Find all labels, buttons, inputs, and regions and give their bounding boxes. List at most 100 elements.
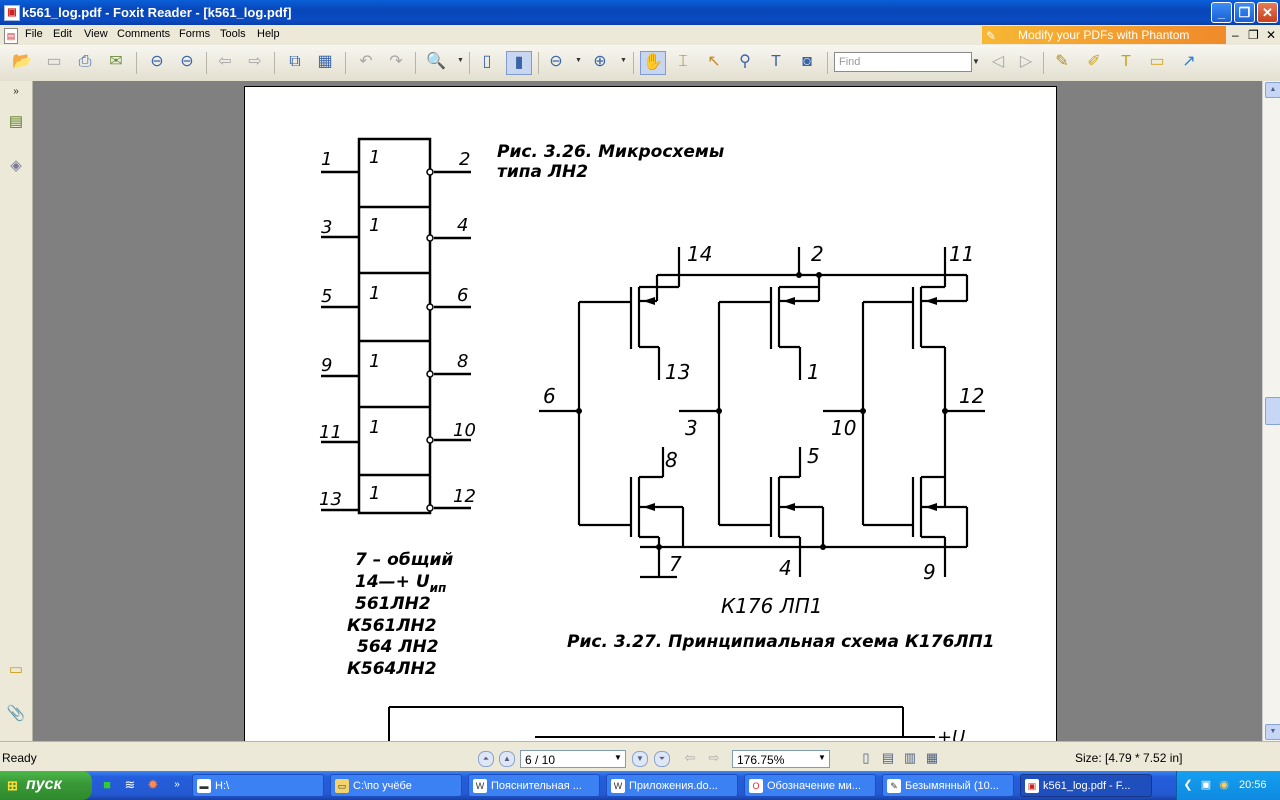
zoom-input[interactable]: 176.75% bbox=[732, 750, 830, 768]
select-icon[interactable]: ↖ bbox=[702, 51, 726, 73]
doc-close-icon[interactable]: ✕ bbox=[1266, 28, 1276, 42]
zoom-in-icon[interactable]: ⊕ bbox=[588, 51, 612, 73]
zoom-in-dropdown-icon[interactable]: ▼ bbox=[620, 57, 627, 64]
menu-help[interactable]: Help bbox=[257, 28, 280, 40]
task-button[interactable]: ▣ k561_log.pdf - F... bbox=[1020, 774, 1152, 797]
prev-page-icon[interactable]: ⊖ bbox=[145, 51, 169, 73]
undo-icon[interactable]: ↶ bbox=[354, 51, 378, 73]
attachment-icon[interactable]: 📎 bbox=[5, 703, 27, 725]
menu-file[interactable]: File bbox=[25, 28, 43, 40]
zoom-dropdown-icon[interactable]: ▼ bbox=[818, 753, 826, 762]
toolbar: 📂 ▭ ⎙ ✉ ⊖ ⊖ ⇦ ⇨ ⧉ ▦ ↶ ↷ 🔍 ▼ ▯ ▮ ⊖ ▼ ⊕ ▼ … bbox=[0, 45, 1280, 82]
save-icon[interactable]: ▭ bbox=[42, 51, 66, 73]
hand-icon[interactable]: ✋ bbox=[640, 51, 666, 75]
back-icon[interactable]: ⇦ bbox=[213, 51, 237, 73]
phantom-promo-button[interactable]: ✎ Modify your PDFs with Phantom bbox=[982, 26, 1226, 44]
page-number-input[interactable]: 6 / 10 bbox=[520, 750, 626, 768]
pin-label: 3 bbox=[321, 217, 332, 238]
note-icon[interactable]: ✎ bbox=[1050, 51, 1074, 73]
pin-label: 12 bbox=[959, 384, 984, 408]
minimize-icon[interactable]: _ bbox=[1211, 2, 1232, 23]
start-button[interactable]: ⊞ пуск bbox=[0, 771, 92, 800]
scroll-up-icon[interactable]: ▲ bbox=[1265, 82, 1280, 98]
task-label: Пояснительная ... bbox=[491, 780, 582, 792]
menu-forms[interactable]: Forms bbox=[179, 28, 210, 40]
task-button[interactable]: W Приложения.do... bbox=[606, 774, 738, 797]
next-page-icon[interactable]: ⊖ bbox=[175, 51, 199, 73]
next-page-icon[interactable]: ▼ bbox=[632, 751, 648, 767]
comment-icon[interactable]: ▭ bbox=[1145, 51, 1169, 73]
layers-icon[interactable]: ◈ bbox=[5, 155, 27, 177]
doc-restore-icon[interactable]: ❐ bbox=[1248, 28, 1259, 42]
open-icon[interactable]: 📂 bbox=[10, 51, 34, 73]
quicklaunch-icon[interactable]: ■ bbox=[98, 776, 116, 794]
last-page-icon[interactable]: ⏷ bbox=[654, 751, 670, 767]
menu-edit[interactable]: Edit bbox=[53, 28, 72, 40]
text-icon[interactable]: T bbox=[1114, 51, 1138, 73]
facing-icon[interactable]: ▥ bbox=[902, 749, 918, 767]
continuous-facing-icon[interactable]: ▦ bbox=[924, 749, 940, 767]
extract-icon[interactable]: ⧉ bbox=[283, 51, 307, 73]
fit-width-icon[interactable]: ▮ bbox=[506, 51, 532, 75]
forward-icon[interactable]: ⇨ bbox=[243, 51, 267, 73]
vertical-scrollbar[interactable]: ▲ ▼ bbox=[1262, 81, 1280, 741]
pin-label: 5 bbox=[321, 286, 332, 307]
forward-icon[interactable]: ⇨ bbox=[706, 749, 722, 767]
email-icon[interactable]: ✉ bbox=[104, 51, 128, 73]
expand-icon[interactable]: » bbox=[5, 81, 27, 97]
network-icon[interactable]: ▣ bbox=[1199, 778, 1213, 792]
arrow-icon[interactable]: ↗ bbox=[1177, 51, 1201, 73]
pin-label: 10 bbox=[453, 420, 476, 441]
pages-icon[interactable]: ▤ bbox=[5, 111, 27, 133]
fit-page-icon[interactable]: ▯ bbox=[475, 51, 499, 73]
document-icon[interactable]: ▤ bbox=[4, 28, 18, 44]
menu-tools[interactable]: Tools bbox=[220, 28, 246, 40]
task-button[interactable]: ▭ C:\по учёбе bbox=[330, 774, 462, 797]
page-icon[interactable]: ▦ bbox=[313, 51, 337, 73]
prev-page-icon[interactable]: ▲ bbox=[499, 751, 515, 767]
scroll-thumb[interactable] bbox=[1265, 397, 1280, 425]
zoom-dropdown-icon[interactable]: ▼ bbox=[457, 57, 464, 64]
close-icon[interactable]: ✕ bbox=[1257, 2, 1278, 23]
pin-label: 8 bbox=[665, 448, 678, 472]
typewriter-icon[interactable]: T bbox=[764, 51, 788, 73]
quicklaunch-icon[interactable]: ✹ bbox=[144, 776, 162, 794]
tray-expand-icon[interactable]: ❮ bbox=[1181, 778, 1195, 792]
snapshot-icon[interactable]: ◙ bbox=[795, 51, 819, 73]
zoom-icon[interactable]: 🔍 bbox=[424, 51, 448, 73]
find-dropdown-icon[interactable]: ▼ bbox=[972, 52, 982, 72]
comments-panel-icon[interactable]: ▭ bbox=[5, 659, 27, 681]
gate-label: 1 bbox=[369, 215, 380, 236]
find-next-icon[interactable]: ▷ bbox=[1014, 51, 1038, 73]
find-icon[interactable]: ⚲ bbox=[733, 51, 757, 73]
quicklaunch-icon[interactable]: ≋ bbox=[121, 776, 139, 794]
redo-icon[interactable]: ↷ bbox=[384, 51, 408, 73]
task-button[interactable]: ▬ H:\ bbox=[192, 774, 324, 797]
zoom-out-dropdown-icon[interactable]: ▼ bbox=[575, 57, 582, 64]
zoom-out-icon[interactable]: ⊖ bbox=[544, 51, 568, 73]
scroll-down-icon[interactable]: ▼ bbox=[1265, 724, 1280, 740]
back-icon[interactable]: ⇦ bbox=[682, 749, 698, 767]
print-icon[interactable]: ⎙ bbox=[73, 51, 97, 73]
paint-icon: ✎ bbox=[887, 779, 901, 793]
quicklaunch-expand-icon[interactable]: » bbox=[168, 776, 186, 794]
restore-icon[interactable]: ❐ bbox=[1234, 2, 1255, 23]
antivirus-icon[interactable]: ◉ bbox=[1217, 778, 1231, 792]
pin-label: 3 bbox=[685, 416, 698, 440]
doc-minimize-icon[interactable]: – bbox=[1232, 28, 1239, 42]
continuous-icon[interactable]: ▤ bbox=[880, 749, 896, 767]
menu-comments[interactable]: Comments bbox=[117, 28, 170, 40]
task-button[interactable]: W Пояснительная ... bbox=[468, 774, 600, 797]
task-button[interactable]: O Обозначение ми... bbox=[744, 774, 876, 797]
find-input[interactable]: Find bbox=[834, 52, 972, 72]
menu-view[interactable]: View bbox=[84, 28, 108, 40]
highlight-icon[interactable]: ✐ bbox=[1082, 51, 1106, 73]
document-area[interactable]: 1 3 5 9 11 13 2 4 6 8 10 12 1 1 1 1 1 1 … bbox=[33, 81, 1262, 741]
select-text-icon[interactable]: ⌶ bbox=[671, 51, 695, 73]
find-prev-icon[interactable]: ◁ bbox=[986, 51, 1010, 73]
page-dropdown-icon[interactable]: ▼ bbox=[614, 753, 622, 762]
task-button[interactable]: ✎ Безымянный (10... bbox=[882, 774, 1014, 797]
first-page-icon[interactable]: ⏶ bbox=[478, 751, 494, 767]
taskbar: ⊞ пуск ■ ≋ ✹ » ▬ H:\ ▭ C:\по учёбе W Поясни… bbox=[0, 771, 1280, 800]
single-page-icon[interactable]: ▯ bbox=[858, 749, 874, 767]
